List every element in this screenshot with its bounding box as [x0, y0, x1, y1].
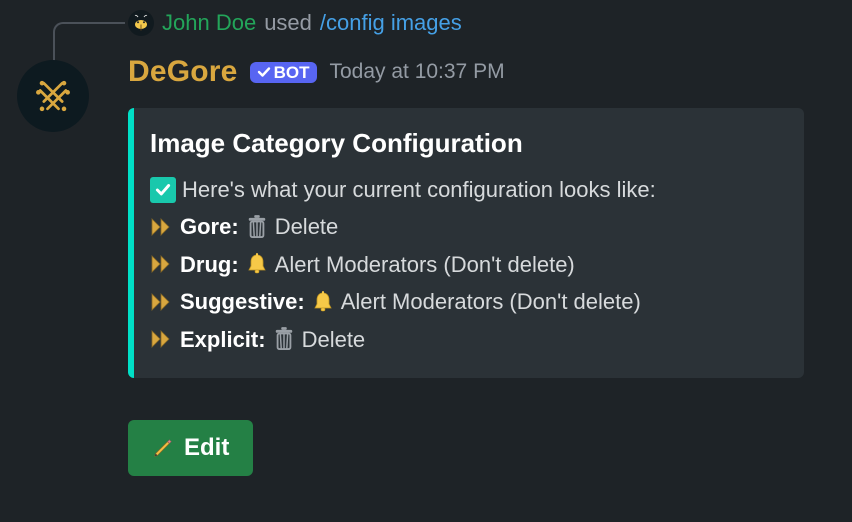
config-row-drug: Drug: Alert Moderators (Don't delete) — [150, 246, 782, 283]
edit-button-label: Edit — [184, 434, 229, 462]
bell-icon — [311, 290, 335, 314]
edit-button[interactable]: Edit — [128, 420, 253, 476]
fast-forward-icon — [150, 329, 174, 349]
fast-forward-icon — [150, 217, 174, 237]
pencil-icon — [152, 437, 174, 459]
embed-accent-bar — [128, 108, 134, 378]
trash-icon — [272, 325, 296, 353]
config-row-explicit: Explicit: Delete — [150, 321, 782, 358]
bot-badge: BOT — [250, 62, 318, 83]
config-action: Alert Moderators (Don't delete) — [275, 246, 575, 283]
config-action: Delete — [275, 208, 339, 245]
message-header: DeGore BOT Today at 10:37 PM — [128, 55, 505, 89]
fast-forward-icon — [150, 292, 174, 312]
reply-spine — [53, 22, 125, 64]
bot-badge-text: BOT — [274, 64, 310, 81]
config-label: Gore: — [180, 208, 239, 245]
reply-reference[interactable]: John Doe used /config images — [128, 10, 462, 36]
embed-intro-line: Here's what your current configuration l… — [150, 171, 782, 208]
config-action: Delete — [302, 321, 366, 358]
config-row-suggestive: Suggestive: Alert Moderators (Don't dele… — [150, 283, 782, 320]
message-timestamp: Today at 10:37 PM — [329, 60, 504, 84]
reply-used-text: used — [264, 10, 312, 36]
config-action: Alert Moderators (Don't delete) — [341, 283, 641, 320]
embed-intro-text: Here's what your current configuration l… — [182, 171, 656, 208]
bot-avatar[interactable] — [17, 60, 89, 132]
config-label: Suggestive: — [180, 283, 305, 320]
bell-icon — [245, 252, 269, 276]
invoker-name[interactable]: John Doe — [162, 10, 256, 36]
embed-title: Image Category Configuration — [150, 128, 782, 159]
bot-username[interactable]: DeGore — [128, 55, 238, 89]
invoker-avatar — [128, 10, 154, 36]
checkmark-icon — [150, 177, 176, 203]
fast-forward-icon — [150, 254, 174, 274]
command-mention[interactable]: /config images — [320, 10, 462, 36]
config-row-gore: Gore: Delete — [150, 208, 782, 245]
config-label: Explicit: — [180, 321, 266, 358]
trash-icon — [245, 213, 269, 241]
config-label: Drug: — [180, 246, 239, 283]
verified-check-icon — [256, 64, 272, 80]
embed-card: Image Category Configuration Here's what… — [128, 108, 804, 378]
